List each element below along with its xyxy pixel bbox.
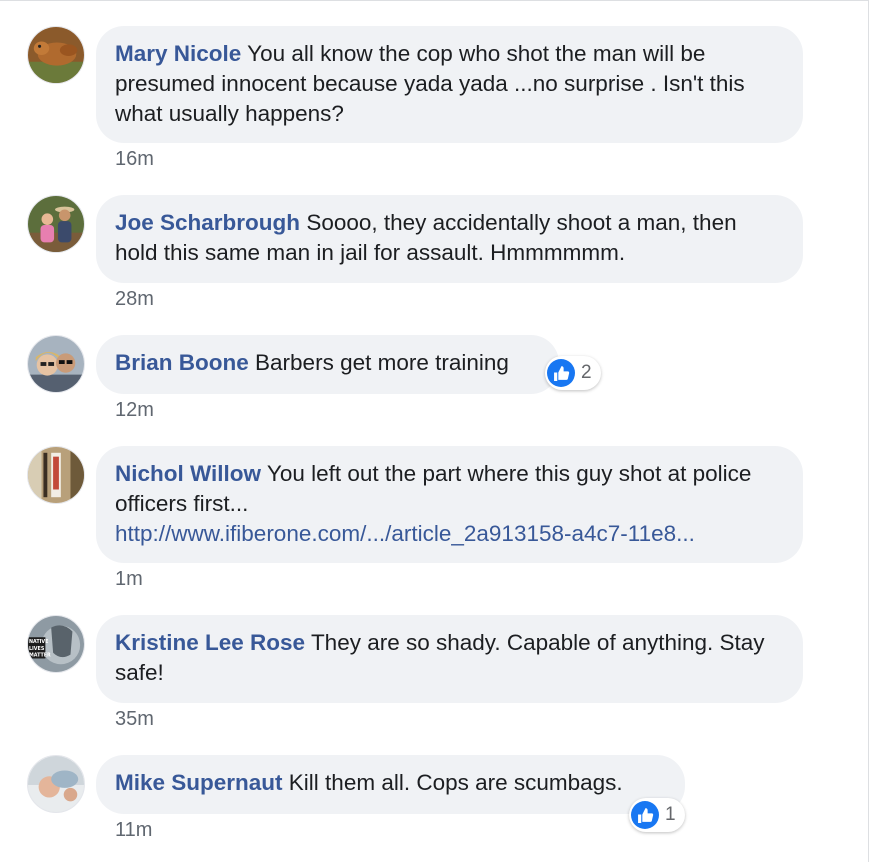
avatar-joe-scharbrough[interactable] (27, 195, 85, 253)
svg-text:MATTER: MATTER (29, 653, 51, 659)
comment-thread: Mary Nicole You all know the cop who sho… (0, 0, 869, 862)
native-lives-badge-avatar-icon: NATIVE LIVES MATTER (28, 616, 84, 672)
figure-photo-avatar-icon (28, 447, 84, 503)
comment-bubble: Kristine Lee Rose They are so shady. Cap… (96, 615, 803, 703)
comment-bubble: Nichol Willow You left out the part wher… (96, 446, 803, 563)
comment-timestamp[interactable]: 16m (115, 148, 154, 171)
reaction-badge[interactable]: 1 (629, 798, 685, 832)
comment-text: Kill them all. Cops are scumbags. (288, 770, 623, 795)
baby-photo-avatar-icon (28, 756, 84, 812)
comment-timestamp[interactable]: 35m (115, 708, 154, 731)
comment-bubble: Brian Boone Barbers get more training (96, 335, 559, 394)
comment-author[interactable]: Mike Supernaut (115, 770, 283, 795)
comment-bubble: Mary Nicole You all know the cop who sho… (96, 26, 803, 143)
avatar-mike-supernaut[interactable] (27, 755, 85, 813)
couple-outdoors-avatar-icon (28, 196, 84, 252)
avatar-nichol-willow[interactable] (27, 446, 85, 504)
couple-selfie-avatar-icon (28, 336, 84, 392)
comment-link[interactable]: http://www.ifiberone.com/.../article_2a9… (115, 521, 695, 546)
avatar-mary-nicole[interactable] (27, 26, 85, 84)
comment-timestamp[interactable]: 1m (115, 568, 143, 591)
avatar-kristine-lee-rose[interactable]: NATIVE LIVES MATTER (27, 615, 85, 673)
comment-timestamp[interactable]: 28m (115, 288, 154, 311)
comment-author[interactable]: Mary Nicole (115, 41, 241, 66)
svg-text:NATIVE: NATIVE (29, 639, 48, 645)
comment-author[interactable]: Brian Boone (115, 350, 249, 375)
comment-author[interactable]: Nichol Willow (115, 461, 261, 486)
comment-timestamp[interactable]: 11m (115, 819, 152, 842)
comment-bubble: Joe Scharbrough Soooo, they accidentally… (96, 195, 803, 283)
comment-bubble: Mike Supernaut Kill them all. Cops are s… (96, 755, 685, 814)
comment-text: Barbers get more training (255, 350, 509, 375)
svg-text:LIVES: LIVES (29, 646, 45, 652)
reaction-count: 2 (581, 362, 592, 383)
dog-photo-avatar-icon (28, 27, 84, 83)
comment-author[interactable]: Kristine Lee Rose (115, 630, 305, 655)
reaction-badge[interactable]: 2 (545, 356, 601, 390)
like-icon (631, 801, 659, 829)
comment-author[interactable]: Joe Scharbrough (115, 210, 300, 235)
comment-timestamp[interactable]: 12m (115, 399, 154, 422)
avatar-brian-boone[interactable] (27, 335, 85, 393)
like-icon (547, 359, 575, 387)
reaction-count: 1 (665, 804, 676, 825)
